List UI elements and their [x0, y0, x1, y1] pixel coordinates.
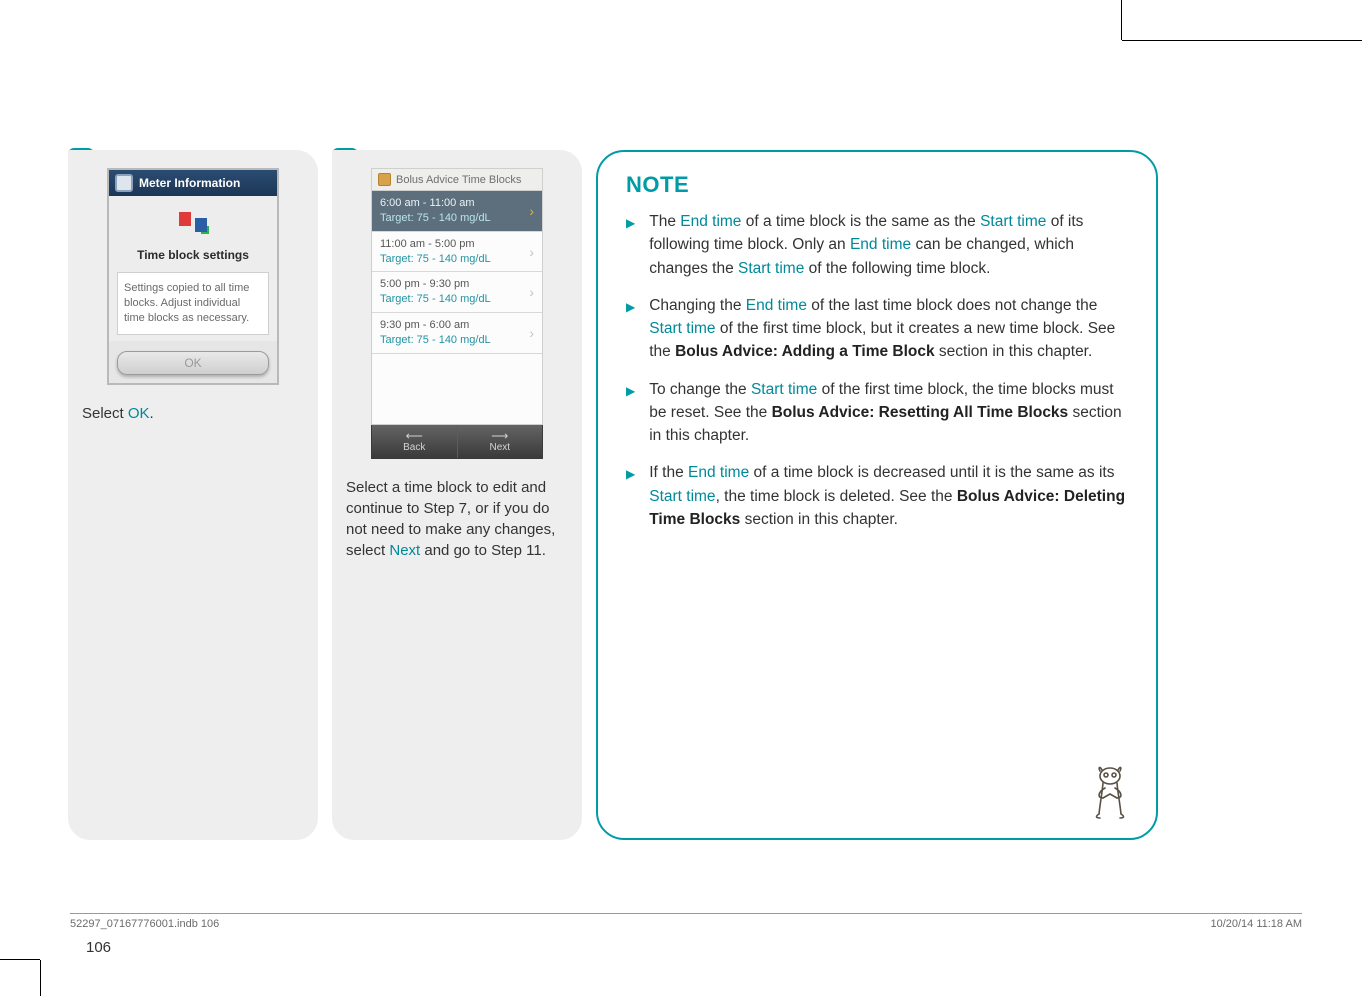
ok-button[interactable]: OK	[117, 351, 269, 375]
document-icon	[115, 174, 133, 192]
chevron-right-icon: ›	[529, 203, 534, 219]
next-button[interactable]: ⟶ Next	[458, 425, 543, 458]
print-footer: 52297_07167776001.indb 106 10/20/14 11:1…	[70, 913, 1302, 930]
note-item-text: Changing the End time of the last time b…	[649, 294, 1128, 364]
settings-copy-icon	[177, 210, 209, 234]
settings-copied-message: Settings copied to all time blocks. Adju…	[117, 272, 269, 335]
footer-file: 52297_07167776001.indb 106	[70, 918, 219, 930]
step-6-device-screenshot: Bolus Advice Time Blocks 6:00 am - 11:00…	[371, 168, 543, 459]
time-block-row[interactable]: 9:30 pm - 6:00 am Target: 75 - 140 mg/dL…	[372, 313, 542, 354]
note-item: ▶The End time of a time block is the sam…	[626, 210, 1128, 280]
time-block-row[interactable]: 11:00 am - 5:00 pm Target: 75 - 140 mg/d…	[372, 232, 542, 273]
footer-datetime: 10/20/14 11:18 AM	[1210, 918, 1302, 930]
note-item: ▶If the End time of a time block is decr…	[626, 461, 1128, 531]
step-5-instruction: Select OK.	[82, 403, 304, 424]
time-block-row[interactable]: 5:00 pm - 9:30 pm Target: 75 - 140 mg/dL…	[372, 272, 542, 313]
arrow-right-icon: ⟶	[458, 430, 543, 442]
note-item-text: If the End time of a time block is decre…	[649, 461, 1128, 531]
triangle-bullet-icon: ▶	[626, 214, 635, 280]
meter-info-title: Meter Information	[139, 176, 240, 190]
note-title: NOTE	[626, 172, 1128, 198]
triangle-bullet-icon: ▶	[626, 382, 635, 448]
chevron-right-icon: ›	[529, 244, 534, 260]
step-5-device-screenshot: Meter Information Time block settings Se…	[107, 168, 279, 385]
time-block-row[interactable]: 6:00 am - 11:00 am Target: 75 - 140 mg/d…	[372, 191, 542, 232]
step-6-instruction: Select a time block to edit and continue…	[346, 477, 568, 561]
step-5-body: Meter Information Time block settings Se…	[68, 150, 318, 840]
step-5-column: 5 Meter Information Time block settings …	[68, 150, 318, 850]
triangle-bullet-icon: ▶	[626, 298, 635, 364]
triangle-bullet-icon: ▶	[626, 465, 635, 531]
arrow-left-icon: ⟵	[372, 430, 457, 442]
page-number: 106	[86, 939, 111, 956]
note-item-text: To change the Start time of the first ti…	[649, 378, 1128, 448]
note-item-text: The End time of a time block is the same…	[649, 210, 1128, 280]
note-list: ▶The End time of a time block is the sam…	[626, 210, 1128, 531]
meter-info-title-bar: Meter Information	[109, 170, 277, 196]
back-button[interactable]: ⟵ Back	[372, 425, 458, 458]
note-panel: NOTE ▶The End time of a time block is th…	[596, 150, 1158, 840]
time-blocks-title-bar: Bolus Advice Time Blocks	[371, 168, 543, 190]
chevron-right-icon: ›	[529, 325, 534, 341]
step-6-column: 6 Bolus Advice Time Blocks 6:00 am - 11:…	[332, 150, 582, 850]
note-item: ▶To change the Start time of the first t…	[626, 378, 1128, 448]
time-blocks-list: 6:00 am - 11:00 am Target: 75 - 140 mg/d…	[371, 190, 543, 425]
time-block-settings-heading: Time block settings	[117, 248, 269, 262]
step-6-body: Bolus Advice Time Blocks 6:00 am - 11:00…	[332, 150, 582, 840]
chevron-right-icon: ›	[529, 284, 534, 300]
note-item: ▶Changing the End time of the last time …	[626, 294, 1128, 364]
mascot-illustration	[1088, 764, 1132, 820]
clipboard-icon	[378, 173, 391, 186]
